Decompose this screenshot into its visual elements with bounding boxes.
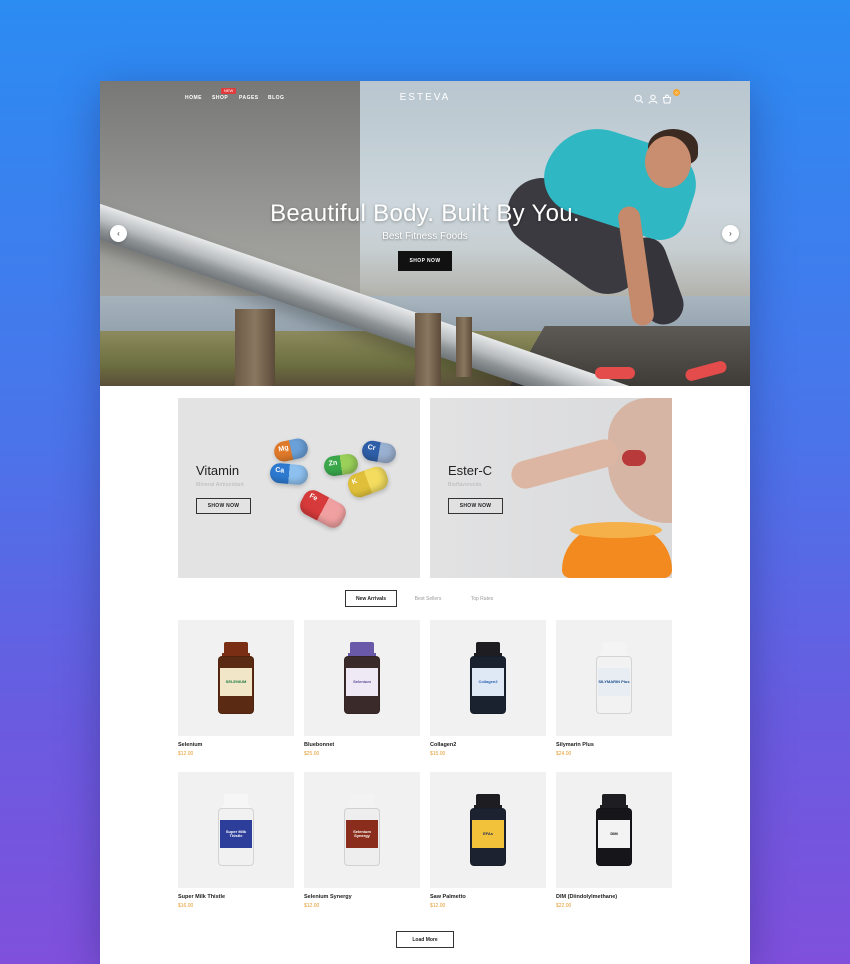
supplement-bottle: Collagen2 [470, 642, 506, 714]
product-card[interactable]: Collagen2 Collagen2 $15.00 [430, 620, 546, 757]
product-card[interactable]: Selenium Synergy Selenium Synergy $12.00 [304, 772, 420, 909]
pill-image: Mg [272, 436, 310, 464]
bottle-label: Selenium [346, 668, 378, 696]
tab-top-rates[interactable]: Top Rates [462, 590, 502, 607]
supplement-bottle: Super Milk Thistle [218, 794, 254, 866]
pill-image: Cr [360, 439, 398, 465]
product-card[interactable]: EFAs Saw Palmetto $12.00 [430, 772, 546, 909]
promo-card-vitamin[interactable]: Mg Zn Cr Ca K Fe Vitamin Mineral Antioxi… [178, 398, 420, 578]
product-name[interactable]: Selenium [178, 742, 294, 748]
supplement-bottle: Selenium [344, 642, 380, 714]
product-price: $24.00 [556, 751, 572, 757]
slider-prev-button[interactable]: ‹ [110, 225, 127, 242]
product-image[interactable]: DIM [556, 772, 672, 888]
product-card[interactable]: SILYMARIN Plus Silymarin Plus $24.00 [556, 620, 672, 757]
load-more-button[interactable]: Load More [396, 931, 454, 948]
bottle-label: EFAs [472, 820, 504, 848]
hero-banner: HOME SHOP NEW PAGES BLOG ESTEVA 0 Beauti… [100, 81, 750, 386]
bottle-label: DIM [598, 820, 630, 848]
bottle-label: SELENIUM [220, 668, 252, 696]
cart-count-badge: 0 [673, 89, 680, 96]
product-name[interactable]: Collagen2 [430, 742, 546, 748]
product-name[interactable]: Saw Palmetto [430, 894, 546, 900]
pill-image: Fe [296, 486, 350, 532]
product-price: $22.00 [556, 903, 572, 909]
product-card[interactable]: DIM DIM (Diindolylmethane) $22.00 [556, 772, 672, 909]
product-price: $16.00 [178, 903, 194, 909]
product-name[interactable]: Silymarin Plus [556, 742, 672, 748]
product-name[interactable]: Super Milk Thistle [178, 894, 294, 900]
bottle-label: Super Milk Thistle [220, 820, 252, 848]
product-card[interactable]: SELENIUM Selenium $12.00 [178, 620, 294, 757]
top-nav: HOME SHOP NEW PAGES BLOG ESTEVA 0 [100, 81, 750, 115]
hero-athlete-head [645, 136, 691, 188]
product-image[interactable]: Collagen2 [430, 620, 546, 736]
slider-next-button[interactable]: › [722, 225, 739, 242]
show-now-button[interactable]: SHOW NOW [448, 498, 503, 514]
tab-new-arrivals[interactable]: New Arrivals [345, 590, 397, 607]
promo-subtitle: Mineral Antioxidant [196, 482, 244, 488]
product-name[interactable]: Bluebonnet [304, 742, 420, 748]
product-image[interactable]: SILYMARIN Plus [556, 620, 672, 736]
hero-rail-post [456, 317, 472, 377]
user-icon[interactable] [648, 94, 658, 104]
hero-rail-post [415, 313, 441, 386]
search-icon[interactable] [634, 94, 644, 104]
bottle-label: Collagen2 [472, 668, 504, 696]
product-image[interactable]: EFAs [430, 772, 546, 888]
tab-best-sellers[interactable]: Best Sellers [406, 590, 450, 607]
product-price: $12.00 [178, 751, 194, 757]
pill-image: Ca [269, 462, 309, 486]
promo-title: Vitamin [196, 463, 240, 478]
supplement-bottle: EFAs [470, 794, 506, 866]
product-name[interactable]: Selenium Synergy [304, 894, 420, 900]
show-now-button[interactable]: SHOW NOW [196, 498, 251, 514]
hand-image [508, 436, 622, 492]
product-image[interactable]: Selenium Synergy [304, 772, 420, 888]
product-image[interactable]: Super Milk Thistle [178, 772, 294, 888]
product-price: $12.00 [430, 903, 446, 909]
promo-subtitle: Bioflavonoids [448, 482, 482, 488]
cart-icon[interactable] [662, 94, 672, 104]
supplement-bottle: SILYMARIN Plus [596, 642, 632, 714]
bottle-label: SILYMARIN Plus [598, 668, 630, 696]
supplement-bottle: SELENIUM [218, 642, 254, 714]
hero-title: Beautiful Body. Built By You. [270, 200, 580, 227]
hero-rail-post [235, 309, 275, 386]
promo-card-ester-c[interactable]: Ester-C Bioflavonoids SHOW NOW [430, 398, 672, 578]
product-price: $15.00 [430, 751, 446, 757]
supplement-bottle: DIM [596, 794, 632, 866]
supplement-bottle: Selenium Synergy [344, 794, 380, 866]
product-price: $12.00 [304, 903, 320, 909]
product-price: $25.00 [304, 751, 320, 757]
product-card[interactable]: Super Milk Thistle Super Milk Thistle $16.… [178, 772, 294, 909]
hero-athlete-shoe [595, 367, 635, 379]
store-page: HOME SHOP NEW PAGES BLOG ESTEVA 0 Beauti… [100, 81, 750, 964]
product-card[interactable]: Selenium Bluebonnet $25.00 [304, 620, 420, 757]
capsules-image [570, 522, 662, 538]
product-image[interactable]: Selenium [304, 620, 420, 736]
promo-title: Ester-C [448, 463, 493, 478]
woman-mouth [622, 450, 646, 466]
shop-now-button[interactable]: SHOP NOW [398, 251, 452, 271]
product-name[interactable]: DIM (Diindolylmethane) [556, 894, 672, 900]
bottle-label: Selenium Synergy [346, 820, 378, 848]
hero-subtitle: Best Fitness Foods [382, 231, 468, 242]
product-image[interactable]: SELENIUM [178, 620, 294, 736]
